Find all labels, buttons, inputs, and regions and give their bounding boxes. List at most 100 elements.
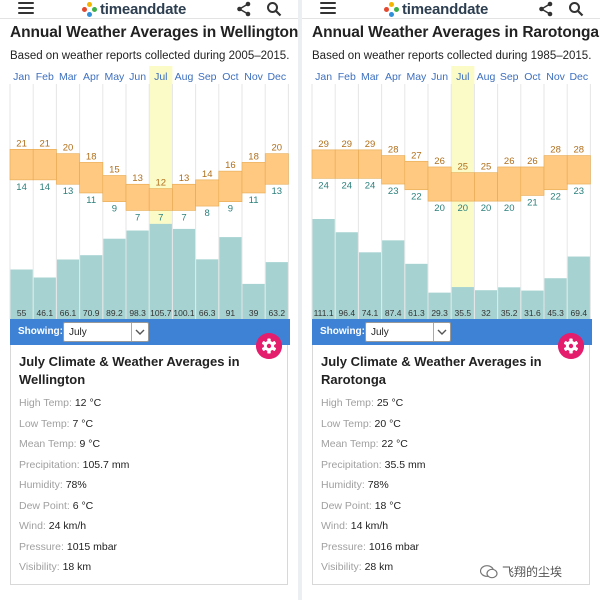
high-temp-label: 26 [434,156,445,167]
detail-row: Mean Temp: 22 °C [321,438,408,450]
temp-range-bar [148,188,173,211]
high-temp-label: 14 [202,169,213,180]
precip-label: 91 [226,308,236,318]
detail-label: High Temp: [19,397,75,409]
precip-label: 89.2 [106,308,123,318]
wellington-panel: timeanddate Annual Weather Averages in W… [0,0,298,600]
month-label: Nov [546,71,565,83]
details-title: July Climate & Weather Averages in Welli… [19,354,240,387]
gear-icon[interactable] [558,333,584,359]
temp-range-bar [195,179,220,207]
month-label: Jul [154,71,167,83]
high-temp-label: 21 [16,138,27,149]
detail-value: 6 °C [72,499,94,512]
temp-range-bar [520,166,545,196]
month-select-value: July [371,327,389,338]
temp-range-bar [474,172,498,202]
month-label: Feb [338,71,356,83]
precip-bar [312,219,335,319]
detail-label: Humidity: [321,479,368,491]
detail-row: Low Temp: 20 °C [321,418,401,430]
gear-icon[interactable] [256,333,282,359]
detail-value: 35.5 mm [384,458,426,471]
temp-range-bar [172,183,196,211]
detail-label: Precipitation: [321,458,385,471]
share-icon[interactable] [538,1,554,17]
high-temp-label: 15 [109,165,120,176]
detail-value: 78% [65,479,87,491]
detail-label: Low Temp: [19,417,73,430]
month-select[interactable]: July [63,322,149,342]
search-icon[interactable] [266,1,282,17]
month-label: Sep [500,71,519,83]
month-label: Aug [175,71,194,83]
page-subtitle: Based on weather reports collected durin… [312,50,592,62]
high-temp-label: 18 [86,151,97,162]
detail-value: 18 km [62,561,92,573]
low-temp-label: 22 [411,192,422,203]
high-temp-label: 29 [365,139,376,150]
month-select[interactable]: July [365,322,451,342]
hamburger-menu-icon[interactable] [320,2,336,14]
showing-label: Showing: [320,326,365,337]
detail-label: Dew Point: [19,499,73,512]
month-label: Apr [83,71,100,83]
search-icon[interactable] [568,1,584,17]
temp-range-bar [497,166,522,202]
share-icon[interactable] [236,1,252,17]
detail-value: 1015 mbar [66,540,118,553]
month-label: Dec [569,71,588,83]
detail-row: Pressure: 1015 mbar [19,541,117,553]
climate-details-card: July Climate & Weather Averages in Welli… [10,345,288,585]
low-temp-label: 20 [434,203,445,214]
detail-row: Humidity: 78% [19,479,87,491]
details-title: July Climate & Weather Averages in Rarot… [321,354,542,387]
high-temp-label: 27 [411,150,422,161]
detail-label: Mean Temp: [321,438,382,450]
precip-label: 45.3 [547,308,564,318]
month-label: Jun [129,71,146,83]
high-temp-label: 12 [156,178,167,189]
detail-value: 28 km [364,561,394,573]
temp-range-bar [56,153,80,185]
temp-range-bar [32,149,57,181]
low-temp-label: 11 [249,195,259,206]
low-temp-label: 9 [112,204,117,215]
temp-range-bar [358,149,382,179]
high-temp-label: 28 [388,145,399,156]
detail-value: 9 °C [79,438,101,450]
precip-label: 46.1 [37,308,54,318]
detail-value: 25 °C [376,397,404,409]
low-temp-label: 20 [458,203,469,214]
rarotonga-panel: timeanddate Annual Weather Averages in R… [302,0,600,600]
precip-bar [149,223,172,319]
detail-label: Pressure: [321,540,369,553]
month-label: Nov [244,71,263,83]
brand-logo[interactable]: timeanddate [82,1,186,18]
precip-label: 29.3 [431,308,448,318]
temp-range-bar [427,166,452,202]
brand-name: timeanddate [402,0,489,18]
showing-bar: Showing: July [312,319,592,345]
high-temp-label: 29 [342,139,353,150]
high-temp-label: 21 [40,138,51,149]
climate-chart: Jan 111.1 29 24 Feb 96.4 29 24 Mar 74.1 29 24 Apr 87.… [311,66,591,319]
high-temp-label: 20 [272,143,283,154]
brand-logo[interactable]: timeanddate [384,0,489,18]
watermark-text: 飞翔的尘埃 [502,565,563,579]
precip-label: 61.3 [408,308,425,318]
month-label: Jan [13,71,30,83]
temp-range-bar [543,155,568,191]
month-select-value: July [69,327,87,338]
high-temp-label: 28 [550,145,561,156]
precip-label: 105.7 [150,308,172,318]
detail-row: High Temp: 25 °C [321,397,403,409]
temp-range-bar [125,183,150,211]
high-temp-label: 25 [458,162,469,173]
month-label: Aug [477,71,496,83]
watermark: 飞翔的尘埃 [480,563,562,580]
detail-label: Visibility: [19,561,63,573]
precip-bar [103,238,126,319]
hamburger-menu-icon[interactable] [18,2,34,14]
month-label: Jun [431,71,448,83]
